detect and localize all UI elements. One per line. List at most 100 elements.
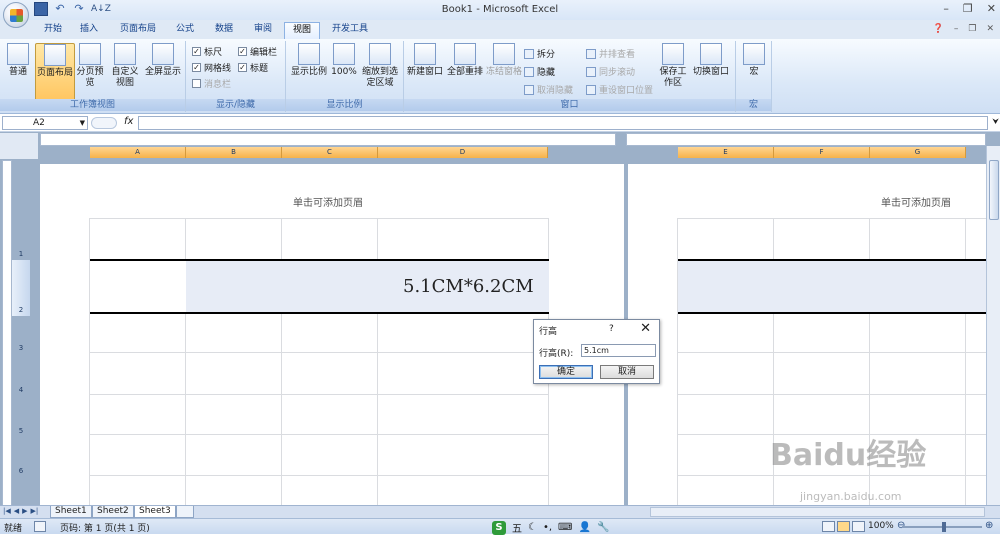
column-header-a[interactable]: A bbox=[90, 147, 186, 158]
first-sheet-icon[interactable]: |◀ bbox=[3, 507, 11, 515]
zoom-slider[interactable] bbox=[902, 522, 982, 532]
vertical-scroll-thumb[interactable] bbox=[989, 160, 999, 220]
page-break-preview-button[interactable]: 分页预览 bbox=[76, 43, 104, 89]
formula-bar-checkbox[interactable]: ✓ 编辑栏 bbox=[238, 45, 277, 58]
vertical-scrollbar[interactable] bbox=[986, 146, 1000, 516]
sheet-tab-sheet2[interactable]: Sheet2 bbox=[92, 506, 134, 518]
help-icon[interactable]: ❓ bbox=[933, 24, 944, 34]
row-height-input[interactable]: 5.1cm bbox=[581, 344, 656, 357]
ribbon-restore-icon[interactable]: ❐ bbox=[968, 24, 976, 34]
row-header-1[interactable]: 1 bbox=[12, 250, 30, 258]
punctuation-icon[interactable]: •, bbox=[543, 522, 552, 533]
tab-formulas[interactable]: 公式 bbox=[170, 22, 200, 39]
zoom-slider-knob[interactable] bbox=[942, 522, 946, 532]
side-by-side-button[interactable]: 并排查看 bbox=[586, 47, 635, 60]
moon-icon[interactable]: ☾ bbox=[528, 522, 537, 533]
tab-developer[interactable]: 开发工具 bbox=[326, 22, 374, 39]
next-sheet-icon[interactable]: ▶ bbox=[22, 507, 27, 515]
tab-home[interactable]: 开始 bbox=[38, 22, 68, 39]
page-layout-view-button[interactable]: 页面布局 bbox=[35, 43, 75, 101]
gridlines-checkbox[interactable]: ✓ 网格线 bbox=[192, 61, 231, 74]
switch-windows-button[interactable]: 切换窗口 bbox=[690, 43, 732, 78]
headings-checkbox[interactable]: ✓ 标题 bbox=[238, 61, 268, 74]
restore-icon[interactable]: ❐ bbox=[963, 2, 973, 15]
ok-button[interactable]: 确定 bbox=[539, 365, 593, 379]
ribbon-close-icon[interactable]: ✕ bbox=[986, 24, 994, 34]
column-header-e[interactable]: E bbox=[678, 147, 774, 158]
zoom-selection-button[interactable]: 缩放到选定区域 bbox=[360, 43, 400, 89]
insert-sheet-icon[interactable] bbox=[176, 506, 194, 518]
gridlines-label: 网格线 bbox=[204, 64, 232, 74]
select-all-corner[interactable] bbox=[0, 133, 38, 159]
name-box[interactable]: A2 ▼ bbox=[2, 116, 88, 130]
freeze-panes-button[interactable]: 冻结窗格 bbox=[486, 43, 522, 78]
save-workspace-button[interactable]: 保存工作区 bbox=[658, 43, 688, 89]
selected-row-2-page-2[interactable] bbox=[678, 259, 986, 314]
minimize-icon[interactable]: – bbox=[943, 2, 949, 15]
column-header-f[interactable]: F bbox=[774, 147, 870, 158]
hide-button[interactable]: 隐藏 bbox=[524, 65, 555, 78]
tab-review[interactable]: 审阅 bbox=[248, 22, 278, 39]
sogou-ime-icon[interactable]: S bbox=[492, 520, 506, 535]
keyboard-icon[interactable]: ⌨ bbox=[558, 522, 572, 533]
page-2-header-placeholder[interactable]: 单击可添加页眉 bbox=[881, 194, 951, 209]
cancel-button[interactable]: 取消 bbox=[600, 365, 654, 379]
insert-function-icon[interactable]: fx bbox=[124, 116, 133, 127]
row-header-2[interactable]: 2 bbox=[12, 260, 30, 316]
last-sheet-icon[interactable]: ▶| bbox=[31, 507, 39, 515]
message-bar-checkbox[interactable]: 消息栏 bbox=[192, 77, 231, 90]
zoom-100-button[interactable]: 100% bbox=[330, 43, 358, 78]
reset-position-button[interactable]: 重设窗口位置 bbox=[586, 83, 653, 96]
column-header-b[interactable]: B bbox=[186, 147, 282, 158]
cell-d2-text[interactable]: 5.1CM*6.2CM bbox=[403, 276, 534, 297]
zoom-button[interactable]: 显示比例 bbox=[290, 43, 328, 78]
normal-view-button[interactable]: 普通 bbox=[4, 43, 32, 78]
office-button[interactable] bbox=[3, 2, 29, 28]
group-show-hide: ✓ 标尺 ✓ 编辑栏 ✓ 网格线 ✓ 标题 消息栏 显示/隐藏 bbox=[186, 41, 286, 112]
row-header-6[interactable]: 6 bbox=[12, 467, 30, 475]
row-header-3[interactable]: 3 bbox=[12, 344, 30, 352]
page-header-placeholder[interactable]: 单击可添加页眉 bbox=[293, 194, 363, 209]
page-break-status-icon[interactable] bbox=[852, 521, 865, 532]
dialog-close-icon[interactable]: ✕ bbox=[640, 321, 651, 336]
page-layout-status-icon[interactable] bbox=[837, 521, 850, 532]
user-icon[interactable]: 👤 bbox=[578, 522, 590, 533]
macros-button[interactable]: 宏 bbox=[740, 43, 768, 78]
zoom-in-icon[interactable]: ⊕ bbox=[985, 520, 993, 531]
custom-views-button[interactable]: 自定义视图 bbox=[108, 43, 142, 89]
full-screen-button[interactable]: 全屏显示 bbox=[144, 43, 182, 78]
sheet-tab-sheet1[interactable]: Sheet1 bbox=[50, 506, 92, 518]
split-button[interactable]: 拆分 bbox=[524, 47, 555, 60]
selected-row-2[interactable]: 5.1CM*6.2CM bbox=[90, 259, 549, 314]
ribbon-tabs: 开始 插入 页面布局 公式 数据 审阅 视图 开发工具 ❓ – ❐ ✕ bbox=[0, 20, 1000, 39]
name-box-dropdown-icon[interactable]: ▼ bbox=[80, 117, 85, 129]
grid-line bbox=[89, 352, 549, 353]
dialog-help-icon[interactable]: ? bbox=[609, 324, 614, 334]
formula-input[interactable] bbox=[138, 116, 988, 130]
zoom-level[interactable]: 100% bbox=[868, 521, 894, 531]
column-header-c[interactable]: C bbox=[282, 147, 378, 158]
sheet-tab-sheet3[interactable]: Sheet3 bbox=[134, 506, 176, 518]
normal-view-status-icon[interactable] bbox=[822, 521, 835, 532]
ime-mode-label[interactable]: 五 bbox=[512, 520, 522, 535]
arrange-all-button[interactable]: 全部重排 bbox=[446, 43, 484, 78]
horizontal-scrollbar[interactable] bbox=[650, 507, 985, 517]
column-header-d[interactable]: D bbox=[378, 147, 548, 158]
unhide-button[interactable]: 取消隐藏 bbox=[524, 83, 573, 96]
wrench-icon[interactable]: 🔧 bbox=[597, 522, 609, 533]
expand-formula-icon[interactable]: ⮟ bbox=[992, 117, 999, 127]
macro-record-icon[interactable] bbox=[34, 521, 46, 532]
column-header-g[interactable]: G bbox=[870, 147, 966, 158]
prev-sheet-icon[interactable]: ◀ bbox=[14, 507, 19, 515]
row-header-5[interactable]: 5 bbox=[12, 427, 30, 435]
tab-insert[interactable]: 插入 bbox=[74, 22, 104, 39]
ruler-checkbox[interactable]: ✓ 标尺 bbox=[192, 45, 222, 58]
sync-scroll-button[interactable]: 同步滚动 bbox=[586, 65, 635, 78]
tab-view[interactable]: 视图 bbox=[284, 22, 320, 39]
row-header-4[interactable]: 4 bbox=[12, 386, 30, 394]
new-window-button[interactable]: 新建窗口 bbox=[406, 43, 444, 78]
close-icon[interactable]: ✕ bbox=[987, 2, 996, 15]
tab-page-layout[interactable]: 页面布局 bbox=[114, 22, 162, 39]
tab-data[interactable]: 数据 bbox=[209, 22, 239, 39]
ribbon-minimize-icon[interactable]: – bbox=[954, 24, 959, 34]
